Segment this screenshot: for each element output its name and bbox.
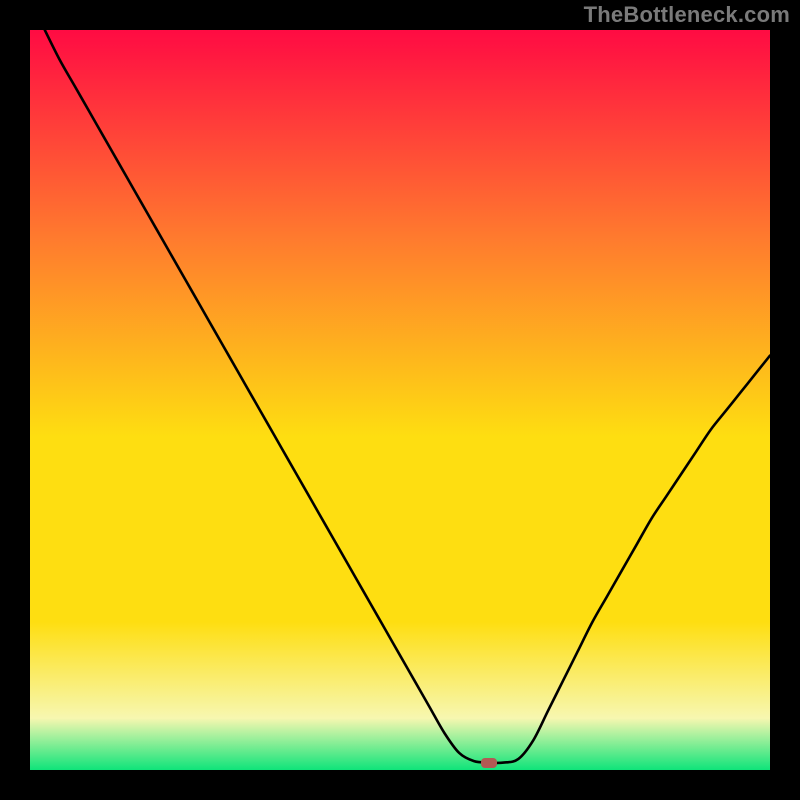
gradient-background [30,30,770,770]
watermark-text: TheBottleneck.com [584,2,790,28]
bottleneck-chart [30,30,770,770]
chart-frame: TheBottleneck.com [0,0,800,800]
plot-area [30,30,770,770]
